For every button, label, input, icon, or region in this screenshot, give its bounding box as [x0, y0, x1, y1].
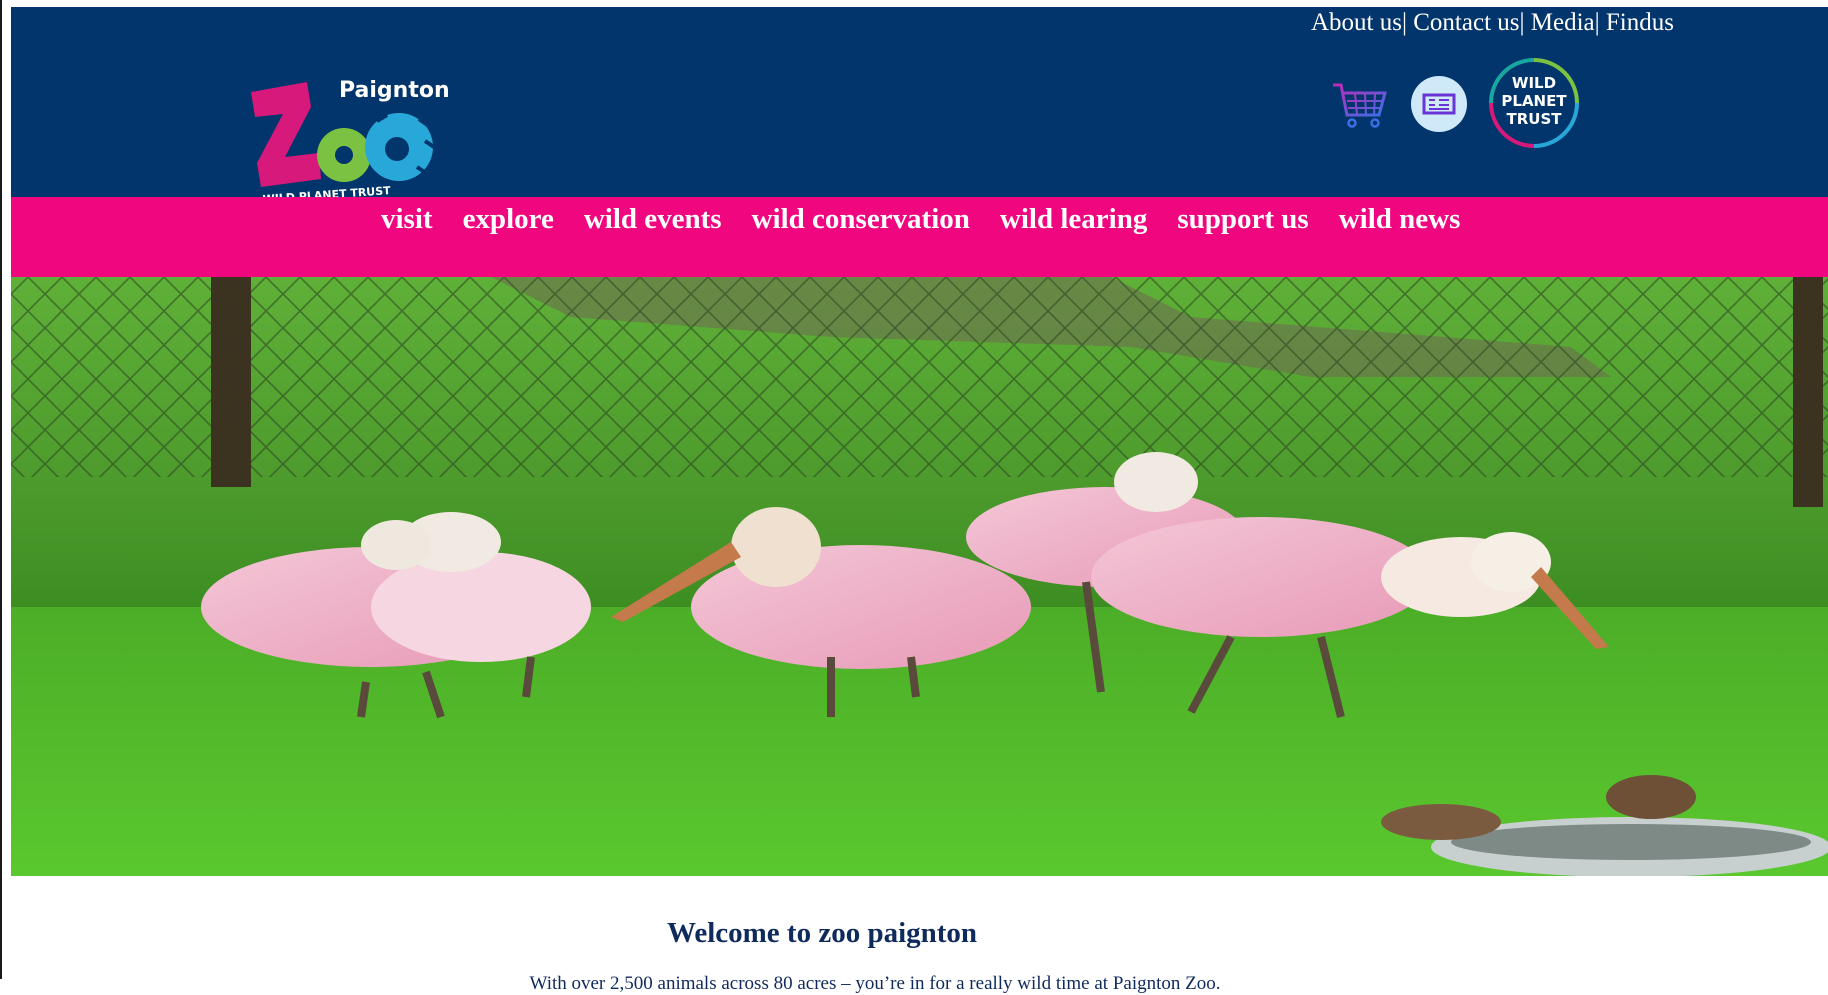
badge-line-3: TRUST	[1507, 110, 1563, 128]
separator: |	[1594, 9, 1600, 36]
nav-item-explore[interactable]: explore	[463, 203, 554, 236]
separator: |	[1401, 9, 1407, 36]
find-us-link[interactable]: Findus	[1606, 9, 1674, 36]
hero-image	[11, 277, 1828, 876]
page: About us| Contact us| Media| Findus Paig…	[0, 0, 1828, 994]
main-nav: visit explore wild events wild conservat…	[11, 197, 1828, 277]
utility-nav: About us| Contact us| Media| Findus	[1311, 9, 1674, 37]
wild-planet-trust-badge[interactable]: WILD PLANET TRUST	[1487, 56, 1581, 150]
separator: |	[1519, 9, 1525, 36]
nav-item-wild-events[interactable]: wild events	[584, 203, 722, 236]
nav-item-wild-conservation[interactable]: wild conservation	[752, 203, 970, 236]
paignton-zoo-logo[interactable]: Paignton WILD PLANET TRUST	[249, 69, 464, 205]
media-link[interactable]: Media	[1531, 9, 1595, 36]
intro-text: With over 2,500 animals across 80 acres …	[529, 973, 1221, 994]
main-nav-list: visit explore wild events wild conservat…	[381, 197, 1490, 241]
badge-line-2: PLANET	[1501, 92, 1567, 110]
nav-item-support-us[interactable]: support us	[1177, 203, 1308, 236]
nav-item-visit[interactable]: visit	[381, 203, 433, 236]
logo-name: Paignton	[339, 78, 450, 103]
page-title: Welcome to zoo paignton	[666, 917, 978, 950]
about-us-link[interactable]: About us	[1311, 9, 1402, 36]
shopping-cart-icon[interactable]	[1329, 77, 1389, 137]
contact-us-link[interactable]: Contact us	[1413, 9, 1519, 36]
badge-line-1: WILD	[1512, 74, 1556, 92]
nav-item-wild-news[interactable]: wild news	[1339, 203, 1461, 236]
nav-item-wild-learing[interactable]: wild learing	[1000, 203, 1147, 236]
ticket-icon[interactable]	[1409, 74, 1469, 134]
site-header: About us| Contact us| Media| Findus Paig…	[11, 7, 1828, 205]
